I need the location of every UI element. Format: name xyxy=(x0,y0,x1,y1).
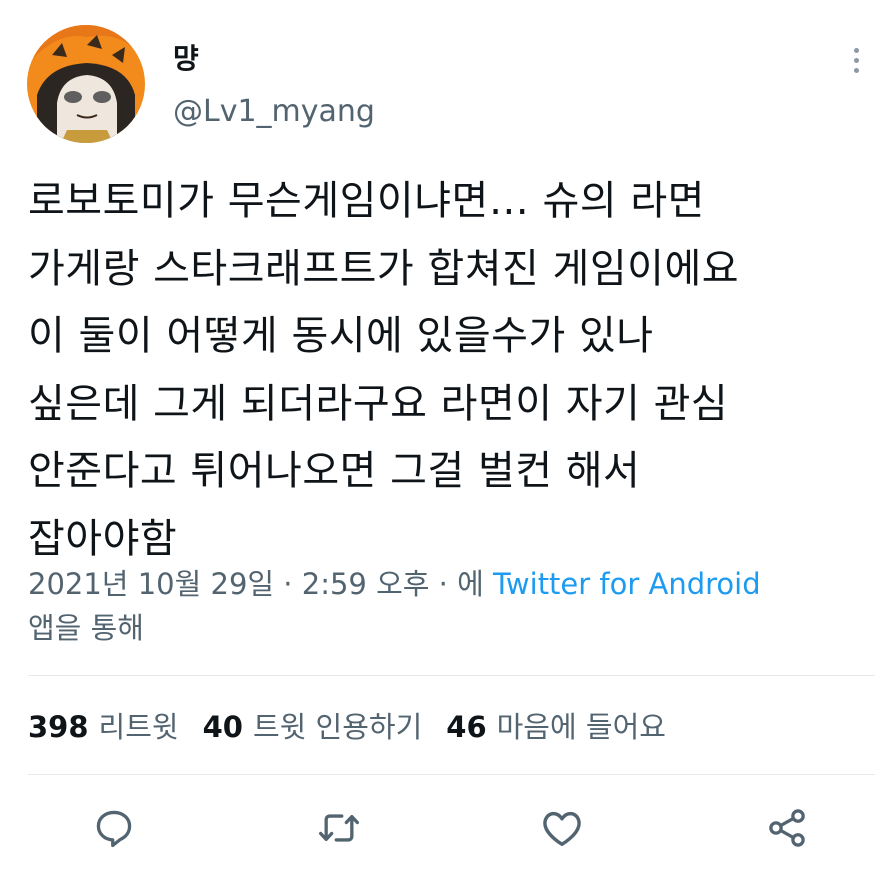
retweet-count[interactable]: 398 리트윗 xyxy=(28,704,179,746)
retweet-button[interactable] xyxy=(315,804,363,852)
like-count[interactable]: 46 마음에 들어요 xyxy=(446,704,666,746)
quote-count-number: 40 xyxy=(202,710,243,744)
retweet-count-number: 398 xyxy=(28,710,89,744)
like-count-label: 마음에 들어요 xyxy=(496,710,666,744)
tweet-source-suffix: 앱을 통해 xyxy=(28,611,144,645)
more-vertical-icon[interactable] xyxy=(842,42,870,78)
tweet-actions xyxy=(0,796,890,860)
share-icon xyxy=(769,809,805,847)
heart-icon xyxy=(543,811,581,847)
avatar[interactable] xyxy=(27,25,145,143)
divider xyxy=(28,774,875,775)
tweet-meta: 2021년 10월 29일 · 2:59 오후 · 에 Twitter for … xyxy=(28,562,868,650)
display-name[interactable]: 먕 xyxy=(173,42,199,76)
more-dot xyxy=(853,47,859,53)
retweet-icon xyxy=(319,814,359,842)
tweet-timestamp[interactable]: 2021년 10월 29일 · 2:59 오후 · 에 xyxy=(28,567,493,601)
tweet-stats: 398 리트윗 40 트윗 인용하기 46 마음에 들어요 xyxy=(28,703,690,747)
tweet-detail: 먕 @Lv1_myang 로보토미가 무슨게임이냐면… 슈의 라면 가게랑 스타… xyxy=(0,0,890,881)
more-dot xyxy=(853,67,859,73)
retweet-count-label: 리트윗 xyxy=(98,710,179,744)
reply-button[interactable] xyxy=(90,804,138,852)
divider xyxy=(28,675,875,676)
share-button[interactable] xyxy=(763,804,811,852)
quote-count[interactable]: 40 트윗 인용하기 xyxy=(203,704,423,746)
tweet-source-link[interactable]: Twitter for Android xyxy=(493,567,761,601)
like-button[interactable] xyxy=(538,804,586,852)
quote-count-label: 트윗 인용하기 xyxy=(252,710,423,744)
tweet-text: 로보토미가 무슨게임이냐면… 슈의 라면 가게랑 스타크래프트가 합쳐진 게임이… xyxy=(28,178,740,562)
reply-icon xyxy=(96,810,132,848)
user-handle[interactable]: @Lv1_myang xyxy=(173,94,375,130)
more-dot xyxy=(853,57,859,63)
like-count-number: 46 xyxy=(446,710,487,744)
